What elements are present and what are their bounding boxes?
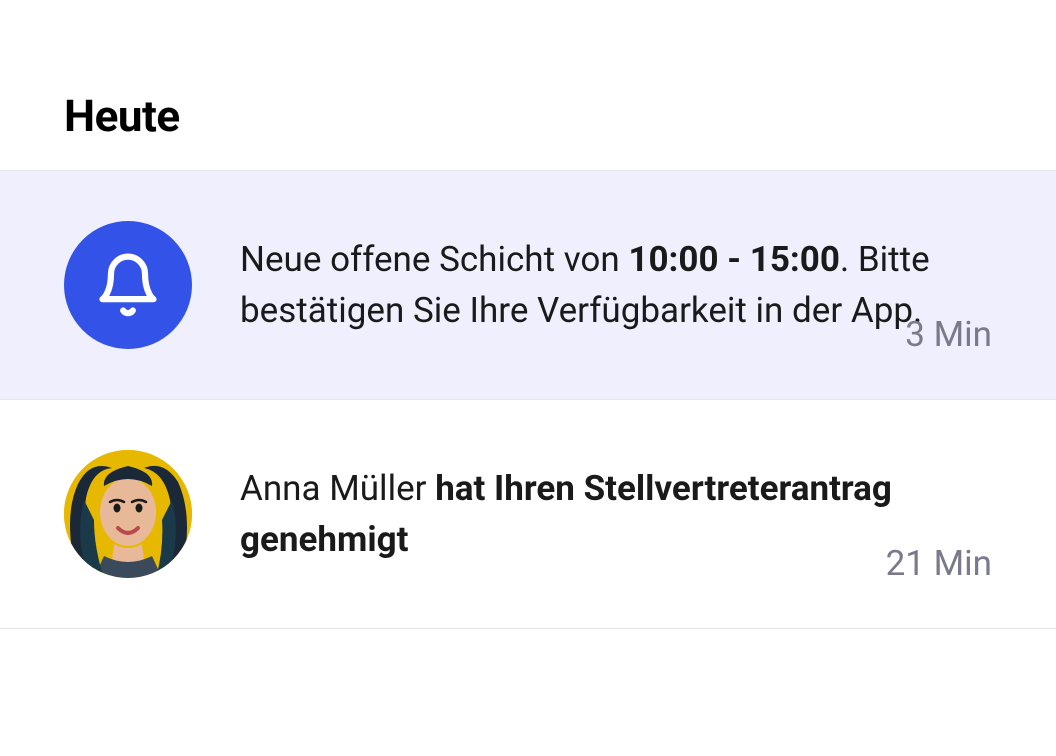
section-title: Heute [64,90,992,142]
notification-text: Neue offene Schicht von 10:00 - 15:00. B… [240,234,992,337]
notification-text-bold: 10:00 - 15:00 [628,239,840,280]
notification-time: 21 Min [886,543,992,584]
notification-list: Neue offene Schicht von 10:00 - 15:00. B… [0,170,1056,629]
notification-text-prefix: Anna Müller [240,468,435,509]
avatar [64,450,192,578]
notification-item[interactable]: Neue offene Schicht von 10:00 - 15:00. B… [0,170,1056,400]
section-header: Heute [0,0,1056,170]
notification-text-prefix: Neue offene Schicht von [240,239,628,280]
notification-time: 3 Min [905,314,992,355]
notification-item[interactable]: Anna Müller hat Ihren Stellvertreterantr… [0,400,1056,629]
notification-text: Anna Müller hat Ihren Stellvertreterantr… [240,463,992,566]
bell-icon [64,221,192,349]
